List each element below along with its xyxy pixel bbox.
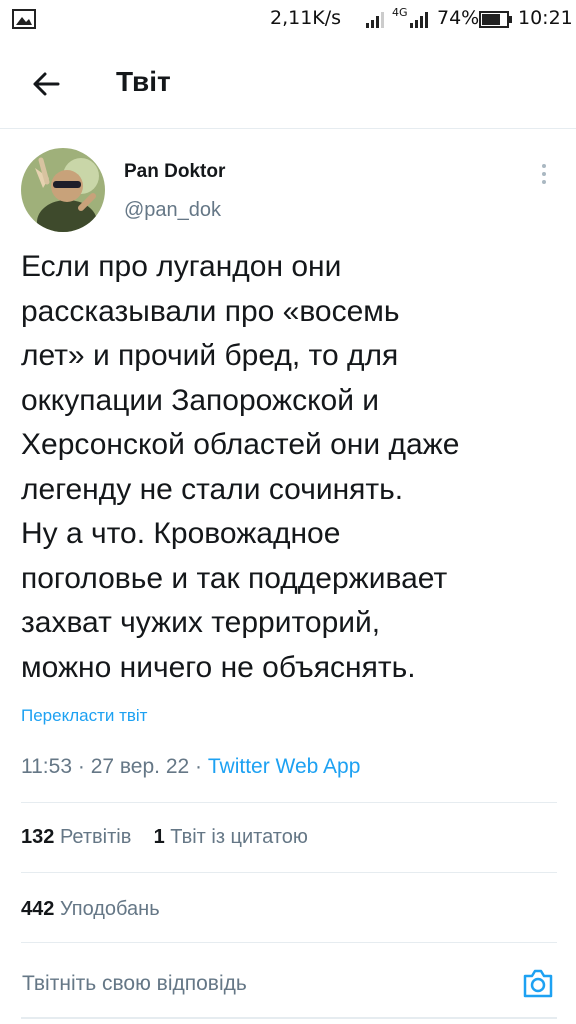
network-speed: 2,11K/s	[270, 7, 342, 29]
tweet-source-link[interactable]: Twitter Web App	[208, 755, 361, 778]
tweet-meta: 11:53 · 27 вер. 22 · Twitter Web App	[21, 755, 360, 779]
quotes-stat[interactable]: 1 Твіт із цитатою	[154, 826, 308, 848]
avatar[interactable]	[21, 148, 105, 232]
likes-count: 442	[21, 898, 55, 920]
network-type: 4G	[392, 6, 408, 19]
image-notification-icon	[12, 9, 36, 29]
divider	[21, 942, 557, 943]
signal-strength-icon	[366, 12, 384, 28]
camera-icon[interactable]	[521, 966, 555, 1000]
likes-stat[interactable]: 442 Уподобань	[21, 898, 160, 921]
page-title: Твіт	[116, 66, 171, 97]
author-handle[interactable]: @pan_dok	[124, 199, 221, 222]
tweet-text: Если про лугандон они рассказывали про «…	[21, 250, 460, 684]
reply-underline	[21, 1017, 557, 1019]
likes-label: Уподобань	[59, 898, 160, 920]
reply-input[interactable]: Твітніть свою відповідь	[22, 972, 247, 996]
divider	[21, 802, 557, 803]
signal-strength-icon	[410, 12, 428, 28]
divider	[21, 872, 557, 873]
tweet-time: 11:53	[21, 755, 72, 778]
translate-tweet-link[interactable]: Перекласти твіт	[21, 706, 147, 726]
battery-percent: 74%	[437, 7, 480, 29]
arrow-left-icon[interactable]	[28, 66, 64, 102]
battery-icon	[479, 11, 512, 28]
more-vertical-icon[interactable]	[532, 160, 556, 188]
author-name[interactable]: Pan Doktor	[124, 161, 225, 183]
engagement-stats: 132 Ретвітів 1 Твіт із цитатою	[21, 826, 308, 849]
retweets-stat[interactable]: 132 Ретвітів	[21, 826, 137, 848]
meta-separator: ·	[77, 755, 85, 778]
meta-separator: ·	[195, 755, 203, 778]
quotes-label: Твіт із цитатою	[170, 826, 308, 848]
retweets-count: 132	[21, 826, 55, 848]
tweet-date: 27 вер. 22	[90, 755, 190, 778]
avatar-image	[21, 148, 105, 232]
clock: 10:21	[518, 7, 573, 29]
retweets-label: Ретвітів	[59, 826, 132, 848]
status-bar: 2,11K/s 4G 74% 10:21	[0, 0, 576, 40]
quotes-count: 1	[153, 826, 165, 848]
top-app-bar: Твіт	[0, 40, 576, 129]
